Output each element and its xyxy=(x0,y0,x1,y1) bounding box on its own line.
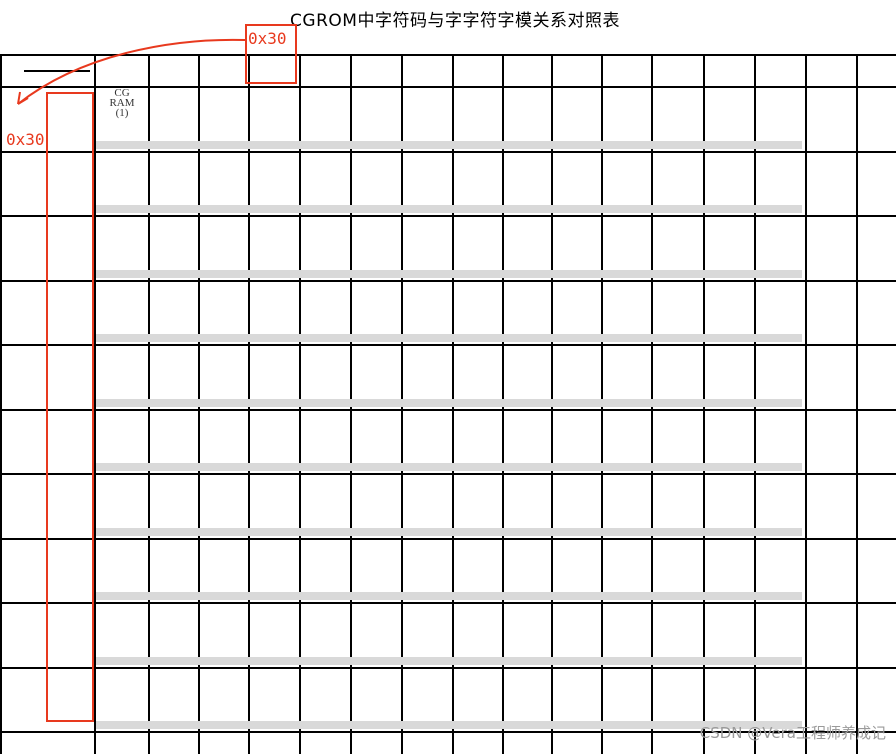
annotation-arrow xyxy=(17,38,246,105)
watermark: CSDN @Vera工程师养成记 xyxy=(699,724,886,742)
